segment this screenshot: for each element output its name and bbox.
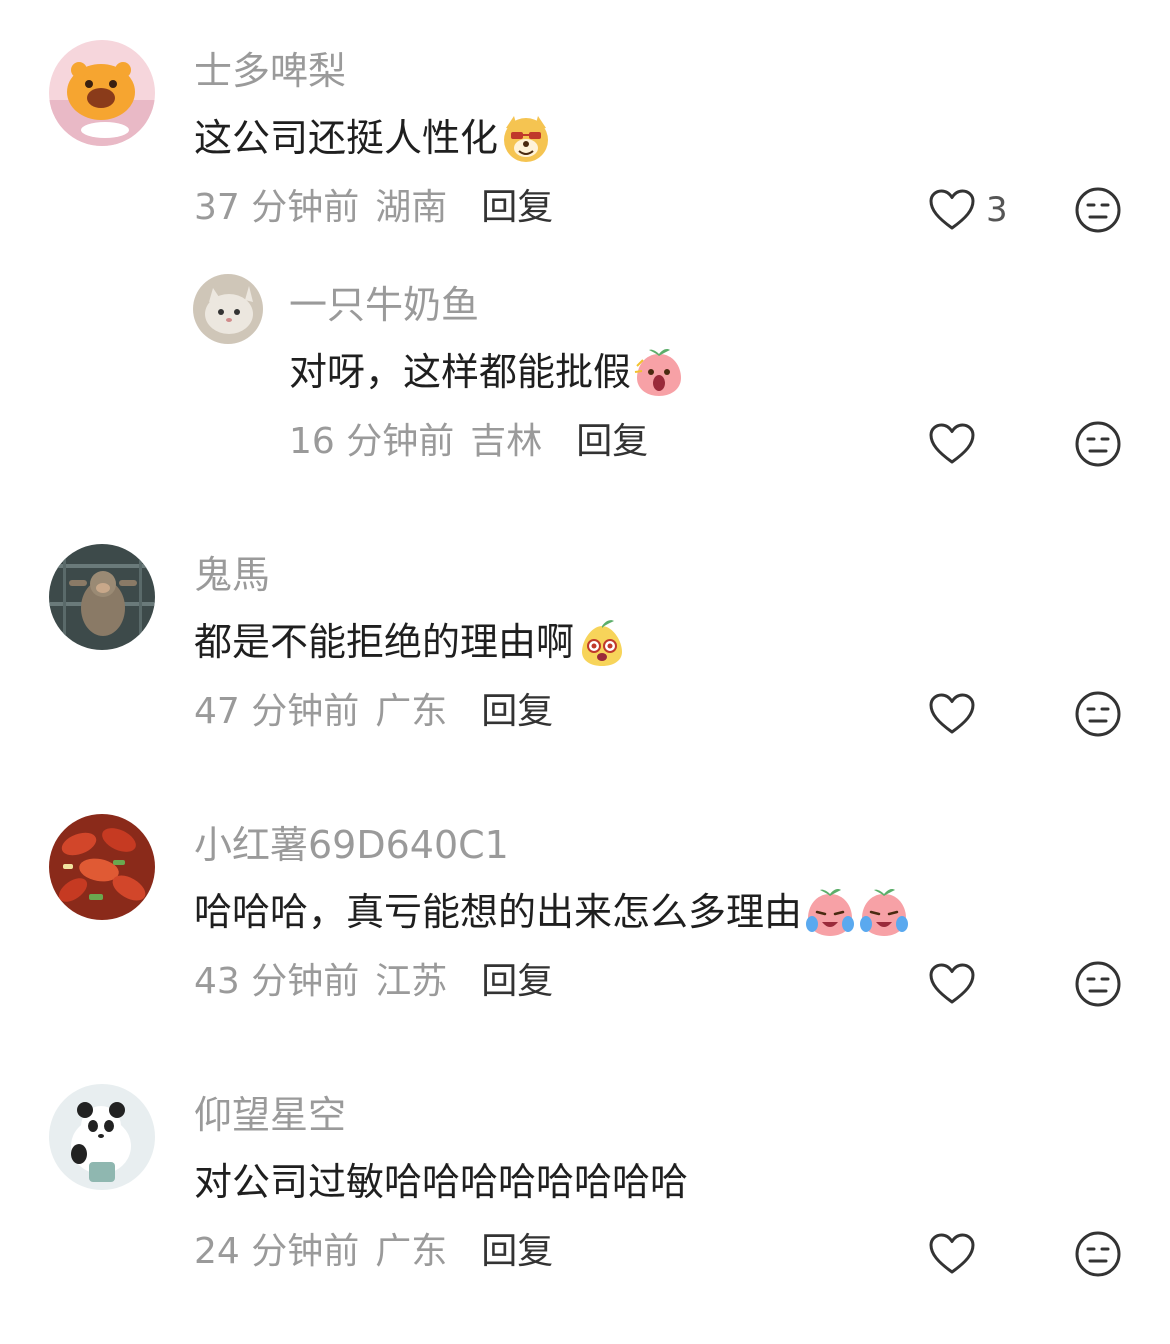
comment-meta: 43 分钟前 江苏 回复	[194, 964, 553, 1000]
comment-text: 对公司过敏哈哈哈哈哈哈哈哈	[194, 1160, 689, 1204]
like-button[interactable]	[928, 422, 986, 466]
heart-icon	[929, 423, 975, 464]
like-button[interactable]	[928, 1232, 986, 1276]
peach-laugh-cry-emoji	[804, 886, 856, 938]
dislike-button[interactable]	[1074, 960, 1122, 1008]
comment-text-row: 哈哈哈，真亏能想的出来怎么多理由	[194, 886, 910, 938]
username[interactable]: 小红薯69D640C1	[194, 826, 509, 864]
avatar[interactable]	[193, 274, 263, 344]
pear-wow-emoji	[576, 616, 628, 668]
comment-text-row: 都是不能拒绝的理由啊	[194, 616, 628, 668]
reply-button[interactable]: 回复	[481, 694, 553, 730]
comment-region: 广东	[375, 1231, 448, 1272]
dislike-button[interactable]	[1074, 186, 1122, 234]
comment-time: 37 分钟前	[194, 187, 360, 228]
comment-time: 24 分钟前	[194, 1231, 360, 1272]
dog-smirk-emoji	[500, 112, 552, 164]
avatar-image	[49, 814, 155, 920]
avatar-image	[49, 1084, 155, 1190]
neutral-face-icon	[1075, 421, 1121, 467]
comment-meta: 47 分钟前 广东 回复	[194, 694, 553, 730]
peach-laugh-cry-emoji	[858, 886, 910, 938]
comment-text-row: 这公司还挺人性化	[194, 112, 552, 164]
username[interactable]: 士多啤梨	[194, 52, 346, 90]
username[interactable]: 一只牛奶鱼	[289, 286, 479, 324]
dislike-button[interactable]	[1074, 690, 1122, 738]
comment-text-row: 对呀，这样都能批假	[289, 346, 685, 398]
reply-button[interactable]: 回复	[481, 190, 553, 226]
heart-icon	[929, 693, 975, 734]
comment-region: 吉林	[470, 421, 543, 462]
heart-icon	[929, 189, 975, 230]
neutral-face-icon	[1075, 1231, 1121, 1277]
comment-meta: 24 分钟前 广东 回复	[194, 1234, 553, 1270]
neutral-face-icon	[1075, 187, 1121, 233]
avatar[interactable]	[49, 40, 155, 146]
neutral-face-icon	[1075, 961, 1121, 1007]
neutral-face-icon	[1075, 691, 1121, 737]
avatar-image	[49, 544, 155, 650]
comment-time: 47 分钟前	[194, 691, 360, 732]
comment-text-row: 对公司过敏哈哈哈哈哈哈哈哈	[194, 1156, 688, 1208]
comment-text: 对呀，这样都能批假	[289, 350, 632, 394]
avatar[interactable]	[49, 1084, 155, 1190]
avatar[interactable]	[49, 544, 155, 650]
comment-region: 江苏	[375, 961, 448, 1002]
username[interactable]: 仰望星空	[194, 1096, 346, 1134]
comment-region: 广东	[375, 691, 448, 732]
avatar-image	[49, 40, 155, 146]
username[interactable]: 鬼馬	[194, 556, 270, 594]
reply-button[interactable]: 回复	[576, 424, 648, 460]
comment-time: 16 分钟前	[289, 421, 455, 462]
dislike-button[interactable]	[1074, 420, 1122, 468]
avatar[interactable]	[49, 814, 155, 920]
comment-meta: 37 分钟前 湖南 回复	[194, 190, 553, 226]
peach-shock-emoji	[633, 346, 685, 398]
reply-button[interactable]: 回复	[481, 964, 553, 1000]
like-button[interactable]: 3	[928, 188, 1008, 232]
comment-text: 都是不能拒绝的理由啊	[194, 620, 575, 664]
like-button[interactable]	[928, 692, 986, 736]
like-count: 3	[986, 190, 1008, 230]
dislike-button[interactable]	[1074, 1230, 1122, 1278]
comment-time: 43 分钟前	[194, 961, 360, 1002]
reply-button[interactable]: 回复	[481, 1234, 553, 1270]
like-button[interactable]	[928, 962, 986, 1006]
comment-region: 湖南	[375, 187, 448, 228]
heart-icon	[929, 963, 975, 1004]
comment-meta: 16 分钟前 吉林 回复	[289, 424, 648, 460]
comment-text: 哈哈哈，真亏能想的出来怎么多理由	[194, 890, 803, 934]
avatar-image	[193, 274, 263, 344]
heart-icon	[929, 1233, 975, 1274]
comment-text: 这公司还挺人性化	[194, 116, 499, 160]
